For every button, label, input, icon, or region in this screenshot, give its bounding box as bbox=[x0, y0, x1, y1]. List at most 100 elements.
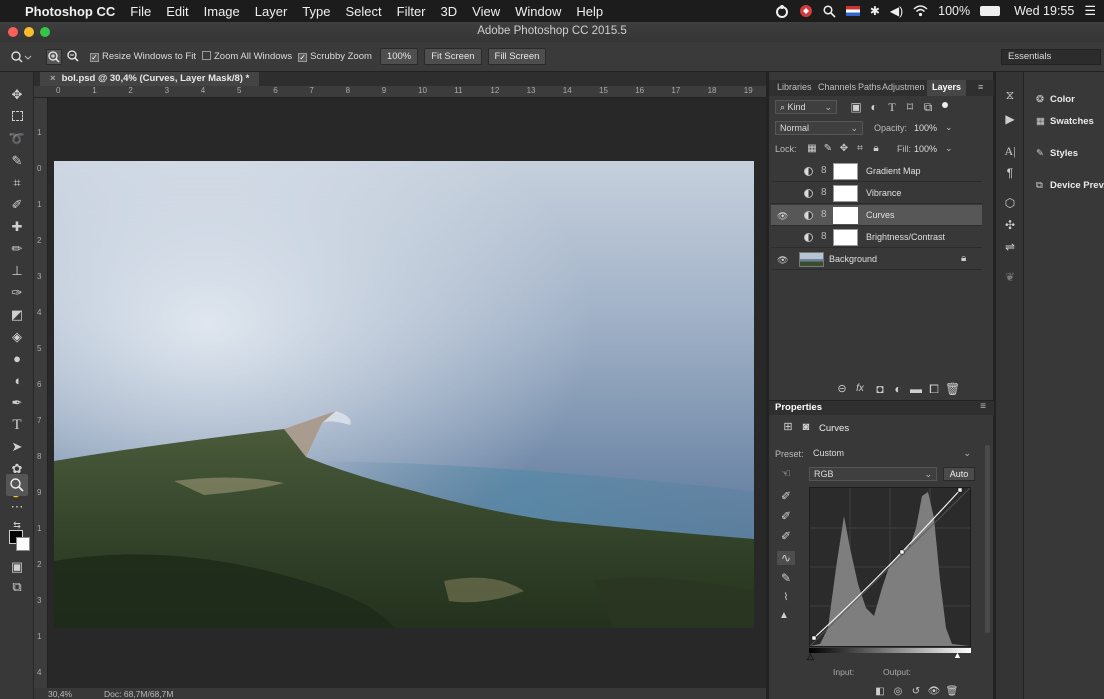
smooth-curve-icon[interactable]: ⌇ bbox=[779, 591, 793, 605]
white-point-slider[interactable]: ▲ bbox=[953, 650, 962, 660]
paint-bucket-tool-icon[interactable]: ◈ bbox=[8, 328, 26, 346]
bluetooth-icon[interactable]: ✱ bbox=[870, 4, 880, 18]
filter-smart-object-icon[interactable]: ⧉ bbox=[921, 100, 935, 114]
menu-view[interactable]: View bbox=[472, 4, 500, 19]
auto-button[interactable]: Auto bbox=[943, 467, 975, 481]
tool-presets-icon[interactable]: ❦ bbox=[1003, 270, 1017, 284]
filter-adjustment-icon[interactable]: ◐ bbox=[867, 100, 881, 114]
history-icon[interactable]: ⧖ bbox=[1003, 88, 1017, 102]
mask-icon[interactable]: ◙ bbox=[799, 420, 813, 434]
filter-shape-icon[interactable]: ⌑ bbox=[903, 100, 917, 114]
more-tools-icon[interactable]: ⋯ bbox=[8, 498, 26, 516]
eyedropper-tool-icon[interactable]: ✐ bbox=[8, 196, 26, 214]
preset-dropdown[interactable]: Custom ⌄ bbox=[809, 447, 975, 461]
tab-adjustments[interactable]: Adjustmen bbox=[882, 82, 925, 92]
clone-source-icon[interactable]: ⇌ bbox=[1003, 240, 1017, 254]
brush-presets-icon[interactable]: ✣ bbox=[1003, 218, 1017, 232]
history-brush-tool-icon[interactable]: ✑ bbox=[8, 284, 26, 302]
zoom-all-windows-checkbox[interactable]: Zoom All Windows bbox=[201, 51, 292, 62]
dodge-tool-icon[interactable]: ◖ bbox=[8, 372, 26, 390]
opacity-value[interactable]: 100% bbox=[914, 123, 937, 133]
close-tab-icon[interactable]: × bbox=[50, 73, 56, 84]
zoom-tool-icon[interactable] bbox=[6, 474, 28, 496]
fill-chevron-icon[interactable]: ⌄ bbox=[945, 143, 953, 154]
type-tool-icon[interactable]: T bbox=[8, 416, 26, 434]
layer-row-vibrance[interactable]: 8 Vibrance bbox=[771, 183, 982, 204]
eye-icon[interactable]: 👁︎ bbox=[777, 255, 788, 265]
properties-menu-icon[interactable]: ≡ bbox=[980, 401, 986, 412]
trash-icon[interactable]: 🗑︎ bbox=[945, 382, 960, 396]
curves-graph[interactable] bbox=[809, 487, 971, 647]
layer-thumbnail[interactable] bbox=[799, 252, 824, 267]
screen-mode-icon[interactable]: ⧉ bbox=[8, 578, 26, 596]
wifi-icon[interactable] bbox=[913, 5, 928, 17]
quick-mask-icon[interactable]: ▣ bbox=[8, 558, 26, 576]
link-icon[interactable]: 8 bbox=[821, 187, 827, 198]
sample-white-icon[interactable]: ✐ bbox=[779, 529, 793, 543]
menu-select[interactable]: Select bbox=[345, 4, 381, 19]
fill-screen-button[interactable]: Fill Screen bbox=[487, 48, 547, 65]
move-tool-icon[interactable]: ✥ bbox=[8, 86, 26, 104]
device-preview-panel-button[interactable]: ⧉Device Prev... bbox=[1036, 180, 1104, 191]
sample-black-icon[interactable]: ✐ bbox=[779, 489, 793, 503]
pen-tool-icon[interactable]: ✒ bbox=[8, 394, 26, 412]
layer-row-brightness-contrast[interactable]: 8 Brightness/Contrast bbox=[771, 227, 982, 248]
menu-type[interactable]: Type bbox=[302, 4, 330, 19]
menu-app-name[interactable]: Photoshop CC bbox=[25, 4, 115, 19]
menu-3d[interactable]: 3D bbox=[441, 4, 458, 19]
link-layers-icon[interactable]: ⊝ bbox=[835, 382, 849, 396]
spotlight-icon[interactable] bbox=[823, 4, 836, 18]
crop-tool-icon[interactable]: ⌗ bbox=[8, 174, 26, 192]
zoom-100-button[interactable]: 100% bbox=[379, 48, 419, 65]
clip-to-layer-icon[interactable]: ◧ bbox=[873, 685, 887, 699]
eye-icon[interactable]: 👁︎ bbox=[777, 211, 788, 221]
menu-help[interactable]: Help bbox=[576, 4, 603, 19]
link-icon[interactable]: 8 bbox=[821, 165, 827, 176]
tab-channels[interactable]: Channels bbox=[818, 82, 856, 92]
edit-points-icon[interactable]: ∿ bbox=[777, 551, 795, 565]
clock[interactable]: Wed 19:55 bbox=[1014, 4, 1074, 18]
quick-selection-tool-icon[interactable]: ✎ bbox=[8, 152, 26, 170]
canvas-area[interactable] bbox=[48, 98, 766, 688]
battery-icon[interactable] bbox=[980, 6, 1001, 16]
toggle-visibility-icon[interactable]: 👁︎ bbox=[927, 685, 941, 699]
zoom-out-icon[interactable] bbox=[66, 49, 82, 65]
lasso-tool-icon[interactable]: ➰ bbox=[8, 130, 26, 148]
opacity-chevron-icon[interactable]: ⌄ bbox=[945, 122, 953, 133]
zoom-in-icon[interactable] bbox=[46, 48, 62, 65]
marquee-tool-icon[interactable] bbox=[8, 108, 26, 126]
doc-size-info[interactable]: Doc: 68,7M/68,7M bbox=[104, 689, 173, 699]
scrubby-zoom-checkbox[interactable]: ✓ Scrubby Zoom bbox=[298, 51, 372, 62]
filter-type-icon[interactable]: T bbox=[885, 100, 899, 114]
new-layer-icon[interactable]: ⧠ bbox=[927, 382, 941, 396]
blur-tool-icon[interactable]: ● bbox=[8, 350, 26, 368]
layer-mask-thumbnail[interactable] bbox=[833, 229, 858, 246]
eraser-tool-icon[interactable]: ◩ bbox=[8, 306, 26, 324]
blend-mode-dropdown[interactable]: Normal ⌄ bbox=[775, 121, 863, 135]
resize-windows-checkbox[interactable]: ✓ Resize Windows to Fit bbox=[90, 51, 196, 62]
workspace-switcher[interactable]: Essentials bbox=[1001, 49, 1101, 65]
target-adjust-icon[interactable]: ☜ bbox=[779, 467, 793, 481]
reset-icon[interactable]: ↺ bbox=[909, 685, 923, 699]
view-previous-icon[interactable]: ◎ bbox=[891, 685, 905, 699]
fx-icon[interactable]: fx bbox=[853, 382, 867, 396]
lock-position-icon[interactable]: ✥ bbox=[837, 142, 851, 156]
layer-row-gradient-map[interactable]: 8 Gradient Map bbox=[771, 161, 982, 182]
path-selection-tool-icon[interactable]: ➤ bbox=[8, 438, 26, 456]
menu-window[interactable]: Window bbox=[515, 4, 561, 19]
battery-percent[interactable]: 100% bbox=[938, 4, 970, 18]
layer-mask-thumbnail[interactable] bbox=[833, 185, 858, 202]
new-group-icon[interactable]: ▬ bbox=[909, 382, 923, 396]
paragraph-icon[interactable]: ¶ bbox=[1003, 166, 1017, 180]
tab-layers[interactable]: Layers bbox=[927, 80, 967, 96]
lock-transparent-icon[interactable]: ▦ bbox=[805, 142, 819, 156]
clipping-warning-icon[interactable]: ▲ bbox=[777, 609, 791, 623]
horizontal-ruler[interactable]: 0 1 2 3 4 5 6 7 8 9 10 11 12 13 14 15 16 17 18 19 bbox=[34, 86, 766, 98]
visibility-toggle[interactable] bbox=[777, 189, 787, 199]
delete-adjustment-icon[interactable]: 🗑︎ bbox=[945, 685, 959, 699]
volume-icon[interactable]: ◀) bbox=[890, 4, 903, 18]
layer-mask-thumbnail[interactable] bbox=[833, 163, 858, 180]
link-icon[interactable]: 8 bbox=[821, 209, 827, 220]
3d-icon[interactable]: ⬡ bbox=[1003, 196, 1017, 210]
zoom-readout[interactable]: 30,4% bbox=[48, 689, 72, 699]
